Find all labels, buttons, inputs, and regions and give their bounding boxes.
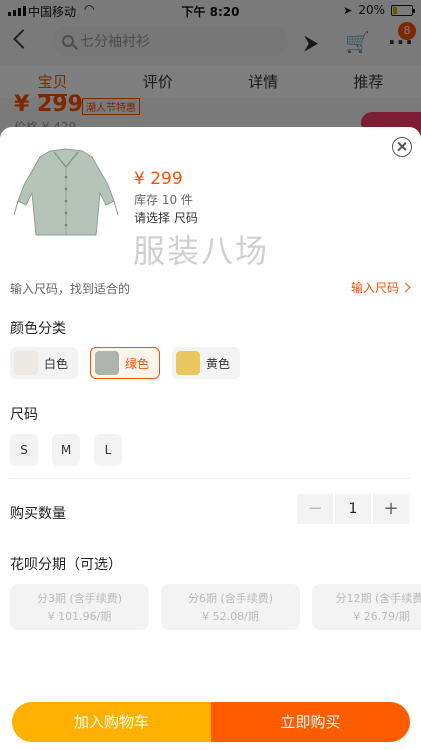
installment-option-3[interactable]: 分3期 (含手续费) ¥ 101.96/期 <box>10 584 149 630</box>
sku-sheet: ¥ 299 库存 10 件 请选择 尺码 输入尺码，找到适合的 输入尺码 颜色分… <box>0 127 421 750</box>
installment-section-title: 花呗分期（可选） <box>10 557 122 573</box>
installment-option-12[interactable]: 分12期 (含手续费) ¥ 26.79/期 <box>312 584 421 630</box>
color-label: 绿色 <box>125 356 150 371</box>
quantity-stepper: − 1 + <box>297 494 409 524</box>
buy-now-button[interactable]: 立即购买 <box>211 702 410 742</box>
installment-price: ¥ 52.08/期 <box>202 610 259 623</box>
size-section-title: 尺码 <box>10 407 38 423</box>
color-swatch <box>14 351 38 375</box>
close-button[interactable] <box>392 137 412 157</box>
size-finder-tip: 输入尺码，找到适合的 <box>10 282 131 296</box>
size-option-m[interactable]: M <box>52 434 80 466</box>
color-section-title: 颜色分类 <box>10 321 66 337</box>
size-option-s[interactable]: S <box>10 434 38 466</box>
installment-option-6[interactable]: 分6期 (含手续费) ¥ 52.08/期 <box>161 584 300 630</box>
color-options: 白色 绿色 黄色 <box>10 347 241 379</box>
stock-count: 库存 10 件 <box>134 193 193 207</box>
sku-price: ¥ 299 <box>134 169 183 189</box>
installment-price: ¥ 101.96/期 <box>47 610 112 623</box>
action-buttons: 加入购物车 立即购买 <box>12 702 410 742</box>
installment-term: 分12期 (含手续费) <box>335 592 421 605</box>
color-swatch <box>95 351 120 375</box>
installment-price: ¥ 26.79/期 <box>353 610 410 623</box>
color-option-yellow[interactable]: 黄色 <box>172 347 241 379</box>
enter-size-link[interactable]: 输入尺码 <box>350 279 411 296</box>
installment-options: 分3期 (含手续费) ¥ 101.96/期 分6期 (含手续费) ¥ 52.08… <box>10 584 421 630</box>
installment-term: 分3期 (含手续费) <box>36 592 123 605</box>
selection-hint: 请选择 尺码 <box>134 211 198 225</box>
size-option-l[interactable]: L <box>94 434 122 466</box>
color-option-green[interactable]: 绿色 <box>90 347 161 379</box>
color-label: 黄色 <box>206 356 231 371</box>
color-option-white[interactable]: 白色 <box>10 347 79 379</box>
decrease-button[interactable]: − <box>297 494 333 524</box>
color-swatch <box>176 351 201 375</box>
quantity-label: 购买数量 <box>10 506 66 522</box>
divider <box>10 478 411 479</box>
color-label: 白色 <box>44 356 69 371</box>
chevron-right-icon <box>400 282 411 293</box>
increase-button[interactable]: + <box>373 494 409 524</box>
product-thumbnail <box>13 148 119 236</box>
enter-size-label: 输入尺码 <box>350 281 399 295</box>
installment-term: 分6期 (含手续费) <box>187 592 274 605</box>
add-to-cart-button[interactable]: 加入购物车 <box>12 702 211 742</box>
quantity-value[interactable]: 1 <box>335 494 371 524</box>
size-options: S M L <box>10 434 122 466</box>
